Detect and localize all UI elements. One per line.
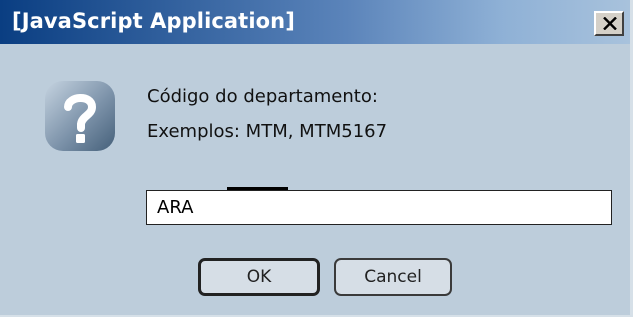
ok-button[interactable]: OK [198,258,320,296]
close-button[interactable] [594,11,624,36]
cancel-button[interactable]: Cancel [334,258,452,296]
prompt-message-line-2: Exemplos: MTM, MTM5167 [147,121,388,142]
question-icon [45,81,115,151]
prompt-message-line-1: Código do departamento: [147,86,378,107]
prompt-input[interactable] [146,190,612,225]
title-bar[interactable]: [JavaScript Application] [0,0,630,44]
javascript-prompt-dialog: [JavaScript Application] Código do depar… [0,0,633,317]
window-title: [JavaScript Application] [12,9,295,33]
close-icon [603,17,617,30]
